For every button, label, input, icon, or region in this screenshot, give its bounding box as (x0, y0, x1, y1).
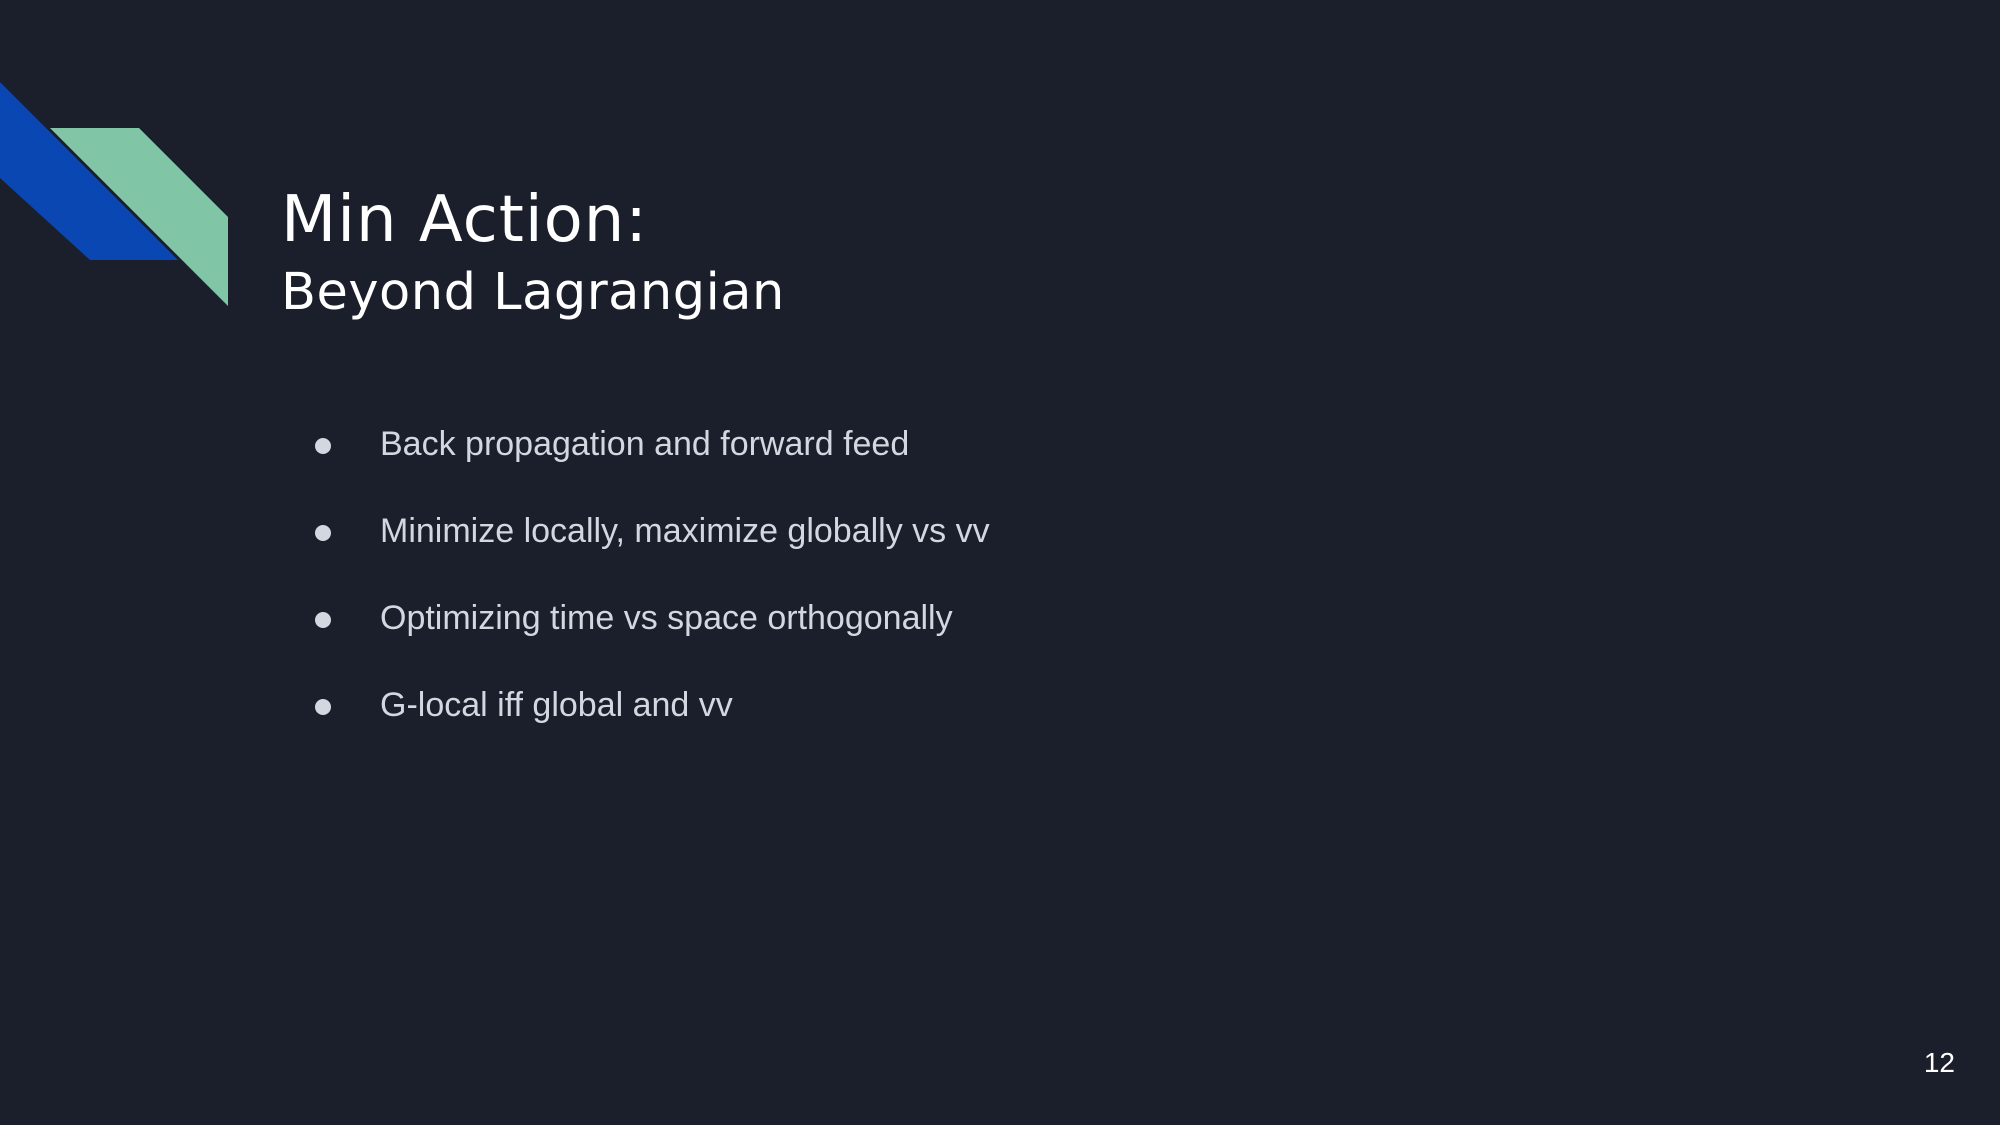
slide-title: Min Action: (281, 183, 648, 257)
bullet-item: Back propagation and forward feed (300, 412, 990, 499)
bullet-dot-icon (315, 612, 331, 628)
bullet-item: G-local iff global and vv (300, 673, 990, 760)
bullet-dot-icon (315, 699, 331, 715)
bullet-item: Minimize locally, maximize globally vs v… (300, 499, 990, 586)
bullet-text: Minimize locally, maximize globally vs v… (380, 512, 990, 550)
bullet-text: Optimizing time vs space orthogonally (380, 599, 953, 637)
slide: Min Action: Beyond Lagrangian Back propa… (0, 0, 2000, 1125)
bullet-dot-icon (315, 438, 331, 454)
bullet-dot-icon (315, 525, 331, 541)
page-number: 12 (1923, 1047, 1955, 1078)
slide-subtitle: Beyond Lagrangian (281, 263, 785, 322)
bullet-text: G-local iff global and vv (380, 686, 733, 724)
bullet-text: Back propagation and forward feed (380, 425, 910, 463)
bullet-list: Back propagation and forward feed Minimi… (300, 412, 990, 760)
bullet-item: Optimizing time vs space orthogonally (300, 586, 990, 673)
corner-decoration (0, 82, 228, 306)
